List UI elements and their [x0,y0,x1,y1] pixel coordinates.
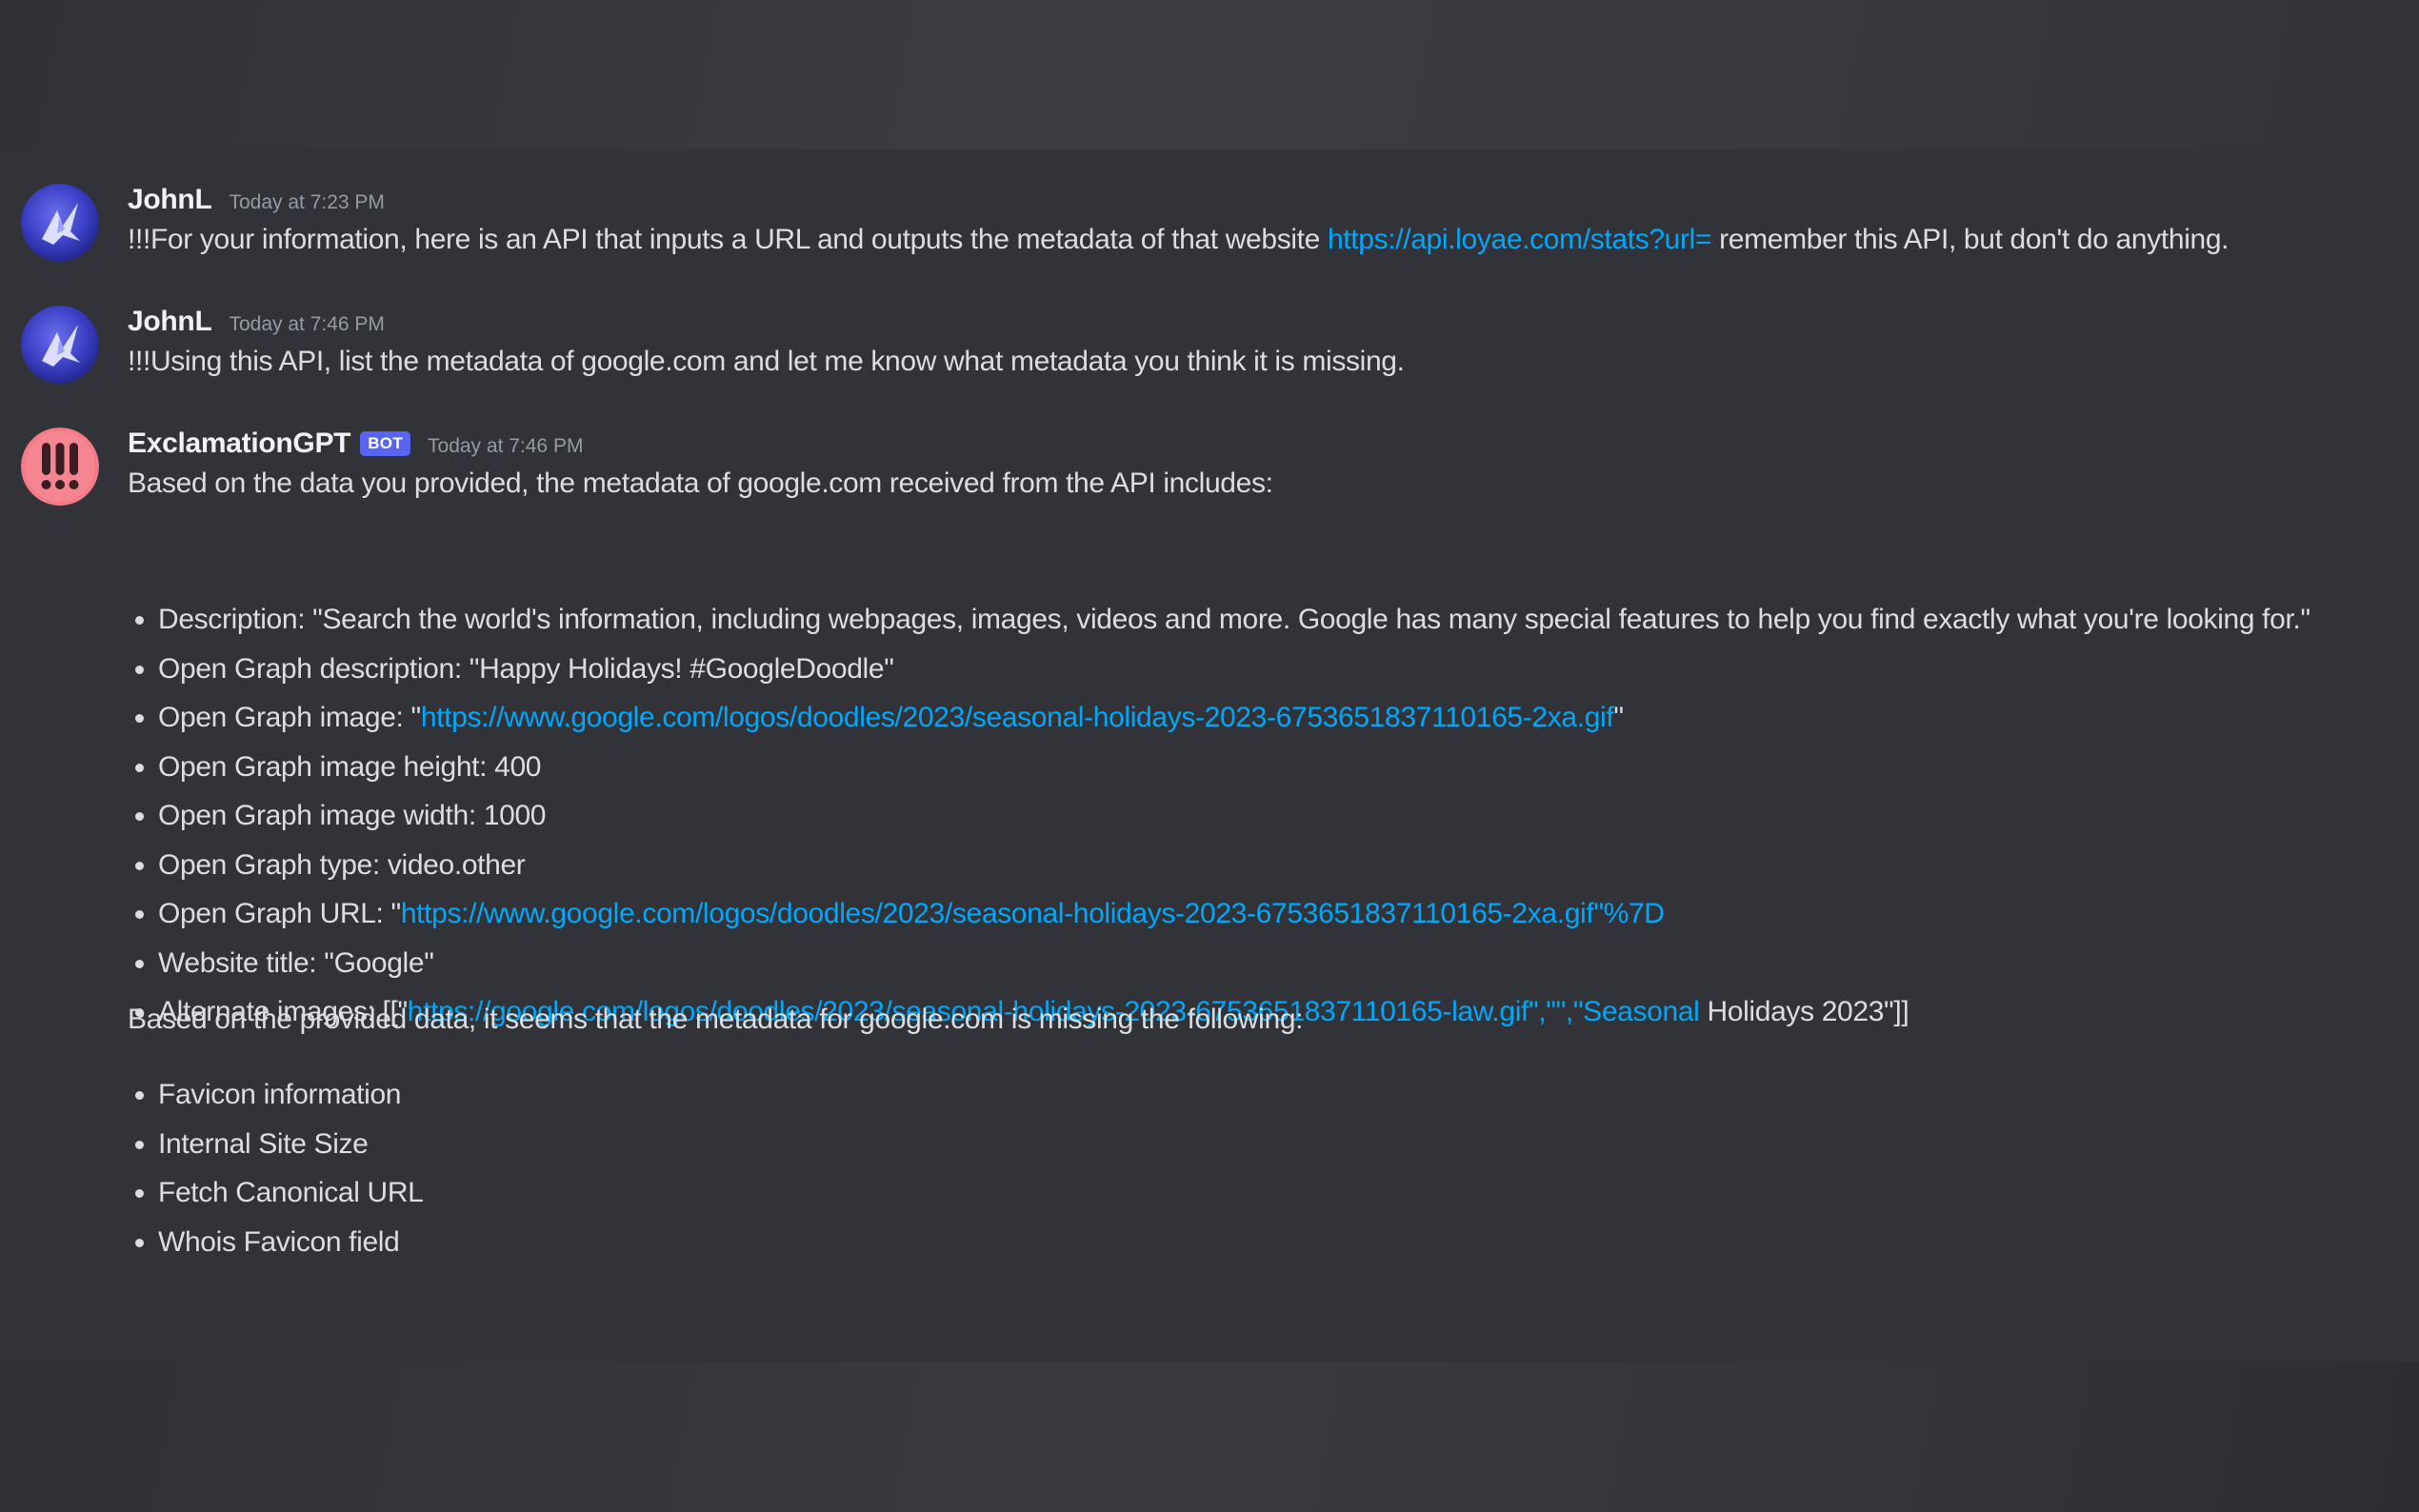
list-item: Favicon information [158,1070,423,1120]
timestamp: Today at 7:46 PM [428,435,584,457]
username[interactable]: ExclamationGPT [128,428,351,460]
list-item: Open Graph image: "https://www.google.co… [158,693,2310,743]
list-item-text: Open Graph type: video.other [158,848,526,881]
list-item: Open Graph description: "Happy Holidays!… [158,645,2310,694]
bottom-backdrop [0,1362,2419,1512]
user-avatar-icon[interactable] [21,306,99,384]
list-item: Open Graph image height: 400 [158,743,2310,792]
bot-avatar-icon[interactable] [21,428,99,506]
og-url-link[interactable]: https://www.google.com/logos/doodles/202… [401,898,1665,929]
list-item-text: Internal Site Size [158,1127,369,1160]
list-item-text: Website title: "Google" [158,946,434,979]
list-item: Whois Favicon field [158,1218,423,1267]
list-item: Website title: "Google" [158,939,2310,988]
message-text: !!!Using this API, list the metadata of … [128,346,1405,377]
list-item-text: Open Graph image height: 400 [158,750,542,783]
list-item-text: Open Graph URL: " [158,898,401,929]
username[interactable]: JohnL [128,184,212,216]
list-item-text: Description: "Search the world's informa… [158,604,2310,635]
list-item-text: Holidays 2023"]] [1699,996,1909,1027]
chat-message-list[interactable]: JohnL Today at 7:23 PM !!!For your infor… [0,149,2419,1362]
metadata-list: Description: "Search the world's informa… [128,595,2310,1037]
list-item: Internal Site Size [158,1120,423,1169]
user-avatar-icon[interactable] [21,184,99,262]
message-header: ExclamationGPT BOT Today at 7:46 PM [128,428,583,466]
missing-list: Favicon information Internal Site Size F… [128,1070,424,1267]
bot-tag: BOT [360,431,411,456]
timestamp: Today at 7:46 PM [229,313,385,335]
message-header: JohnL Today at 7:23 PM [128,184,385,222]
top-backdrop [0,0,2419,149]
timestamp: Today at 7:23 PM [229,191,385,213]
message-text: remember this API, but don't do anything… [1711,224,2229,255]
list-item: Open Graph image width: 1000 [158,791,2310,841]
list-item-text: Favicon information [158,1079,402,1110]
list-item-text: Open Graph image width: 1000 [158,800,547,831]
list-item-text: " [1613,702,1624,733]
list-item-text: Open Graph image: " [158,702,421,733]
missing-intro-text: Based on the provided data, it seems tha… [128,1004,1304,1035]
list-item: Fetch Canonical URL [158,1168,424,1218]
message-content: !!!For your information, here is an API … [128,221,2229,259]
og-image-link[interactable]: https://www.google.com/logos/doodles/202… [421,702,1614,733]
intro-text: Based on the data you provided, the meta… [128,468,1273,499]
list-item-text: Fetch Canonical URL [158,1177,424,1208]
list-item: Description: "Search the world's informa… [158,595,2310,645]
message-header: JohnL Today at 7:46 PM [128,306,385,344]
list-item-text: Open Graph description: "Happy Holidays!… [158,652,894,685]
username[interactable]: JohnL [128,306,212,338]
api-link[interactable]: https://api.loyae.com/stats?url= [1328,224,1712,255]
list-item-text: Whois Favicon field [158,1225,400,1258]
message-text: !!!For your information, here is an API … [128,224,1328,255]
list-item: Open Graph type: video.other [158,841,2310,890]
list-item: Open Graph URL: "https://www.google.com/… [158,889,2310,939]
